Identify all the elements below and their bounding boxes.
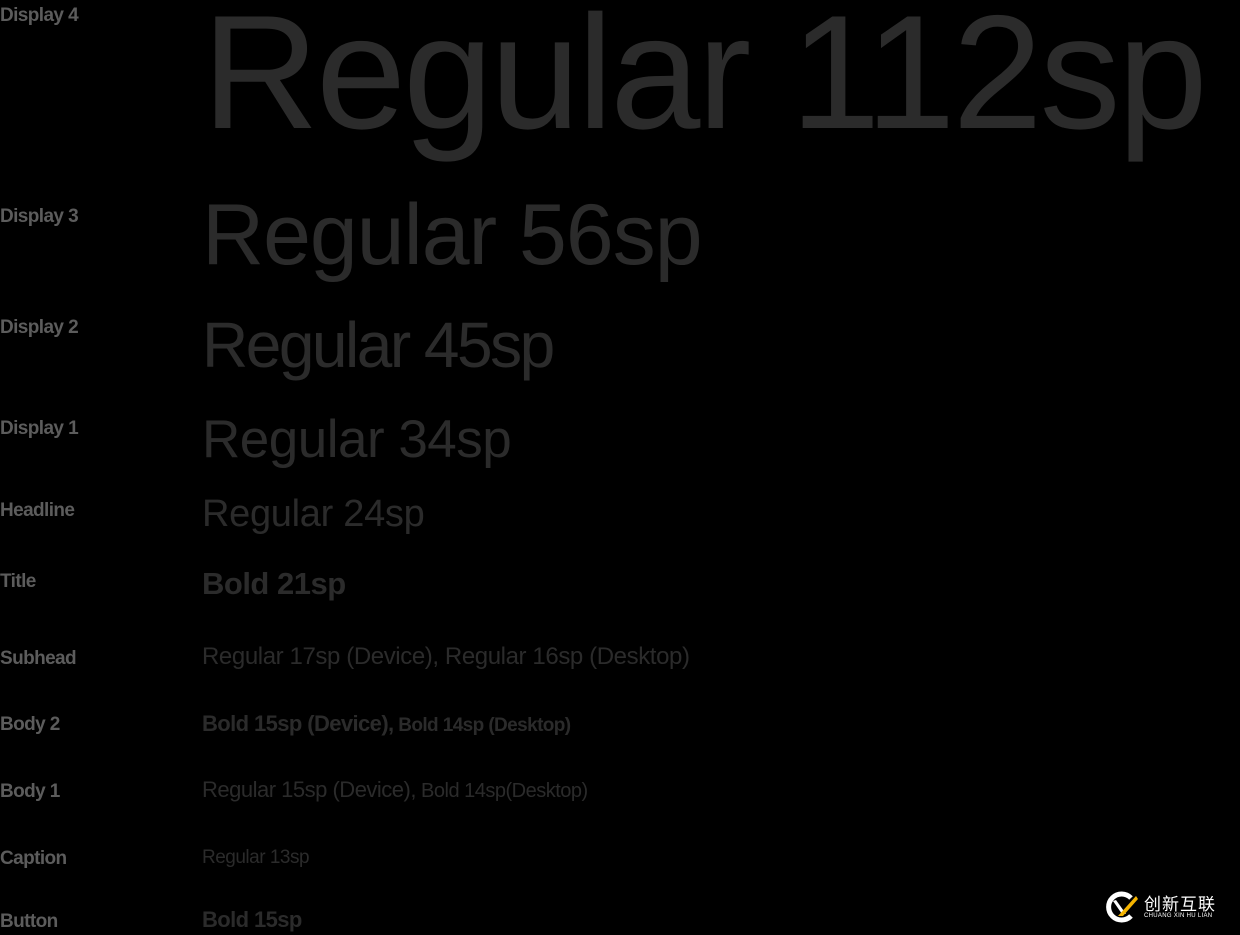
sample-body-2-desktop: Bold 14sp (Desktop) (393, 715, 571, 736)
sample-body-1-desktop: Bold 14sp(Desktop) (415, 780, 588, 802)
sample-subhead: Regular 17sp (Device), Regular 16sp (Des… (202, 643, 690, 670)
sample-button: Bold 15sp (202, 907, 302, 932)
sample-body-2-device: Bold 15sp (Device), (202, 711, 394, 736)
label-caption: Caption (0, 848, 67, 869)
sample-headline: Regular 24sp (202, 493, 425, 535)
label-display-1: Display 1 (0, 418, 79, 439)
label-body-2: Body 2 (0, 714, 60, 735)
sample-body-1-device: Regular 15sp (Device), (202, 777, 416, 802)
watermark: 创新互联 CHUANG XIN HU LIAN (1104, 890, 1216, 924)
label-display-4: Display 4 (0, 5, 79, 26)
sample-display-4: Regular 112sp (202, 0, 1208, 163)
cx-logo-icon (1106, 891, 1138, 923)
sample-body-2: Bold 15sp (Device), Bold 14sp (Desktop) (202, 711, 571, 736)
label-display-2: Display 2 (0, 317, 79, 338)
sample-caption: Regular 13sp (202, 847, 310, 868)
sample-body-1: Regular 15sp (Device), Bold 14sp(Desktop… (202, 777, 588, 802)
sample-title: Bold 21sp (202, 566, 346, 601)
watermark-name-en: CHUANG XIN HU LIAN (1144, 912, 1213, 919)
label-button: Button (0, 911, 58, 932)
label-display-3: Display 3 (0, 206, 79, 227)
label-subhead: Subhead (0, 648, 77, 669)
label-headline: Headline (0, 500, 75, 521)
label-title: Title (0, 571, 36, 592)
sample-display-2: Regular 45sp (202, 309, 555, 381)
sample-display-1: Regular 34sp (202, 410, 512, 469)
label-body-1: Body 1 (0, 781, 60, 802)
watermark-name-cn: 创新互联 (1144, 894, 1216, 914)
sample-display-3: Regular 56sp (202, 187, 703, 283)
